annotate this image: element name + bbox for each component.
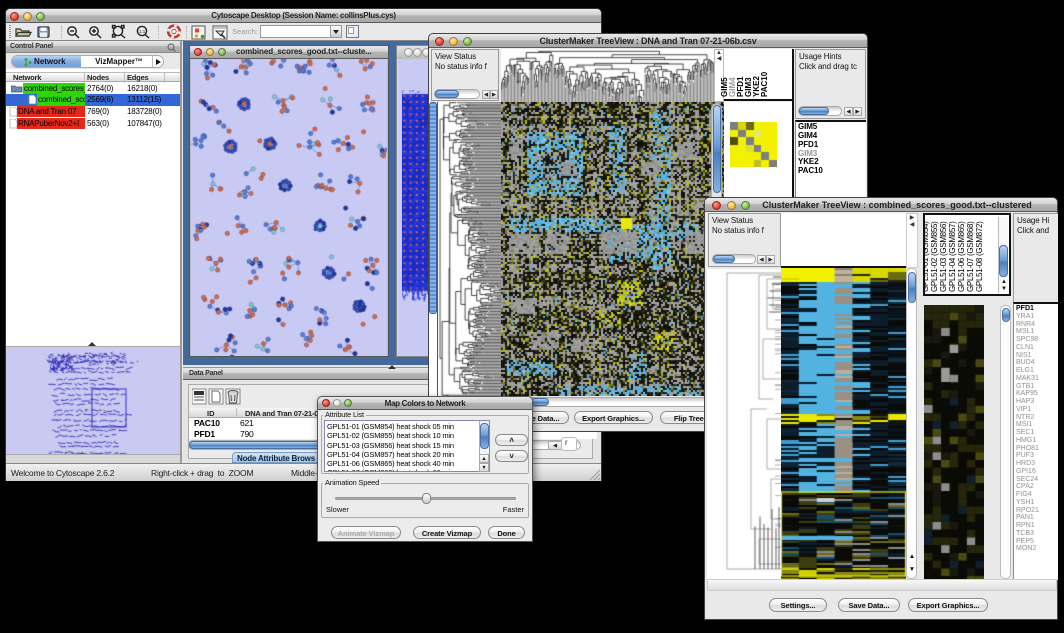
svg-text:1:1: 1:1	[139, 29, 146, 34]
